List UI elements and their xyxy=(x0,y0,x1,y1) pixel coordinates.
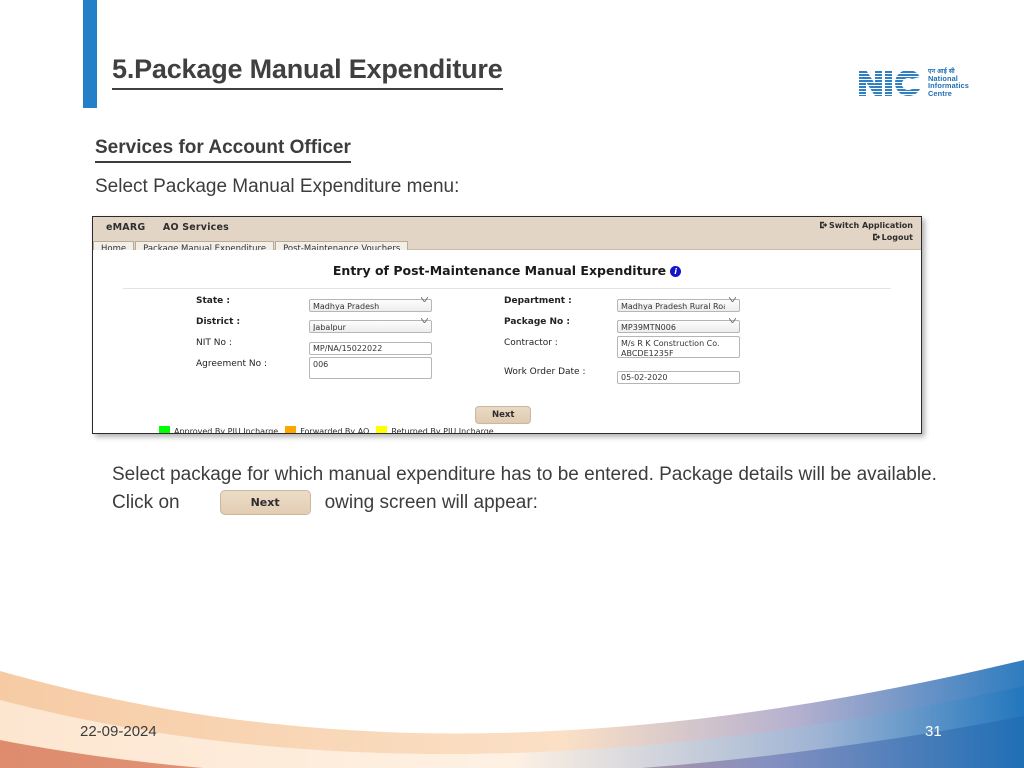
legend-label-forwarded: Forwarded By AO xyxy=(300,427,370,434)
inline-next-button[interactable]: Next xyxy=(219,490,311,516)
status-legend: Approved By PIU Incharge Forwarded By AO… xyxy=(159,426,494,434)
field-district: District : Jabalpur xyxy=(196,315,441,333)
legend-swatch-approved xyxy=(159,426,170,433)
legend-swatch-forwarded xyxy=(285,426,297,433)
footer-page-number: 31 xyxy=(925,723,942,740)
state-select[interactable]: Madhya Pradesh xyxy=(309,299,432,312)
field-work-order-date: Work Order Date : xyxy=(504,365,749,384)
field-department: Department : Madhya Pradesh Rural Roads xyxy=(504,294,749,312)
exit-icon xyxy=(872,233,880,240)
form-heading-text: Entry of Post-Maintenance Manual Expendi… xyxy=(332,263,667,278)
logout-link[interactable]: Logout xyxy=(820,232,913,244)
application-screenshot: eMARG AO Services Switch Application Log… xyxy=(92,216,922,434)
nic-line-3: Centre xyxy=(928,88,953,98)
field-district-label: District : xyxy=(196,317,241,327)
field-nit-no-label: NIT No : xyxy=(196,338,232,348)
form-divider xyxy=(123,288,891,289)
legend-label-approved: Approved By PIU Incharge xyxy=(174,427,279,434)
department-select[interactable]: Madhya Pradesh Rural Roads xyxy=(617,299,740,312)
app-header-bar: eMARG AO Services Switch Application Log… xyxy=(93,217,921,256)
app-brand: eMARG AO Services xyxy=(106,222,229,233)
switch-application-label: Switch Application xyxy=(829,221,913,230)
field-state: State : Madhya Pradesh xyxy=(196,294,441,312)
section-subheading: Services for Account Officer xyxy=(95,137,351,163)
next-button[interactable]: Next xyxy=(475,406,532,424)
field-work-order-date-label: Work Order Date : xyxy=(504,367,586,377)
legend-item-forwarded: Forwarded By AO xyxy=(285,426,370,434)
agreement-no-textarea[interactable]: 006 xyxy=(309,357,432,379)
legend-swatch-returned xyxy=(376,426,388,433)
form-column-right: Department : Madhya Pradesh Rural Roads … xyxy=(504,294,749,386)
field-agreement-no: Agreement No : 006 xyxy=(196,357,441,381)
page-title: 5.Package Manual Expenditure xyxy=(112,54,503,90)
switch-application-link[interactable]: Switch Application xyxy=(820,220,913,232)
field-contractor-label: Contractor : xyxy=(504,338,558,348)
footer-date: 22-09-2024 xyxy=(80,723,157,740)
exit-icon xyxy=(820,221,828,229)
instruction-line: Select Package Manual Expenditure menu: xyxy=(95,176,460,197)
field-package-no-label: Package No : xyxy=(504,317,570,327)
legend-item-returned: Returned By PIU Incharge xyxy=(376,426,494,434)
field-contractor: Contractor : M/s R K Construction Co. AB… xyxy=(504,336,749,360)
contractor-textarea[interactable]: M/s R K Construction Co. ABCDE1235F xyxy=(617,336,740,358)
field-state-label: State : xyxy=(196,296,230,306)
footer-wave-decoration xyxy=(0,660,1024,768)
nit-no-input[interactable] xyxy=(309,342,432,355)
app-form-area: Entry of Post-Maintenance Manual Expendi… xyxy=(93,250,921,434)
work-order-date-input[interactable] xyxy=(617,371,740,384)
form-column-left: State : Madhya Pradesh District : Jabalp… xyxy=(196,294,441,386)
nic-logo-text: एन आई सी National Informatics Centre xyxy=(928,68,969,98)
field-nit-no: NIT No : xyxy=(196,336,441,355)
package-no-select[interactable]: MP39MTN006 xyxy=(617,320,740,333)
description-text-after: owing screen will appear: xyxy=(324,491,538,513)
title-accent-bar xyxy=(83,0,97,108)
app-brand-name: eMARG xyxy=(106,222,146,233)
field-agreement-no-label: Agreement No : xyxy=(196,359,267,369)
field-package-no: Package No : MP39MTN006 xyxy=(504,315,749,333)
legend-label-returned: Returned By PIU Incharge xyxy=(391,427,494,434)
nic-logo: एन आई सी National Informatics Centre xyxy=(858,62,978,104)
info-icon[interactable]: i xyxy=(670,266,682,277)
description-paragraph: Select package for which manual expendit… xyxy=(112,461,972,516)
district-select[interactable]: Jabalpur xyxy=(309,320,432,333)
legend-item-approved: Approved By PIU Incharge xyxy=(159,426,279,434)
nic-logo-mark xyxy=(859,69,920,97)
logout-label: Logout xyxy=(881,232,913,242)
app-top-links: Switch Application Logout xyxy=(820,220,913,243)
app-module-name: AO Services xyxy=(162,222,229,233)
field-department-label: Department : xyxy=(504,296,572,306)
form-heading: Entry of Post-Maintenance Manual Expendi… xyxy=(93,263,921,278)
